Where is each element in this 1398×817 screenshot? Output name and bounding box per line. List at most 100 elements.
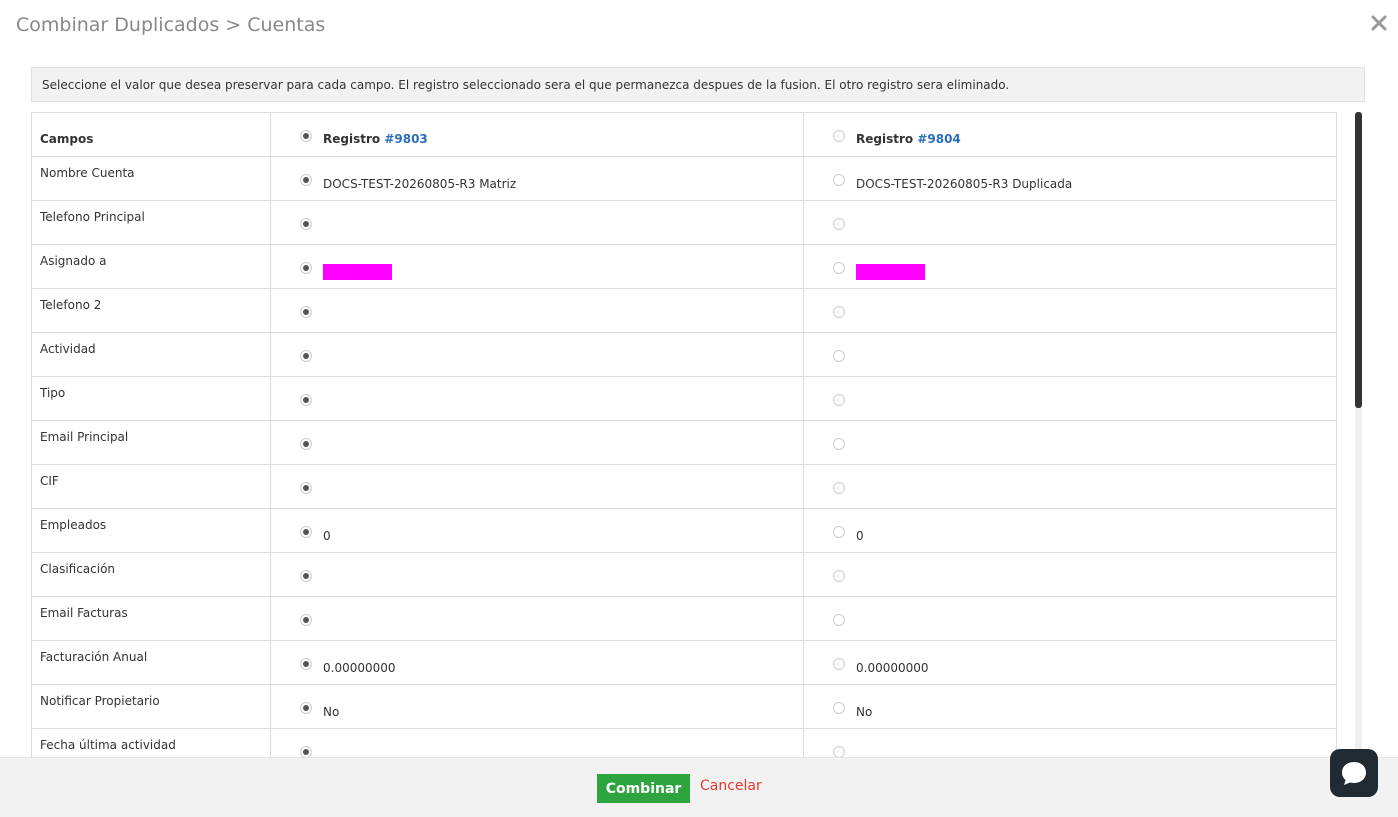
record-a-value-cell: 0 <box>270 508 804 553</box>
record-a-value: DOCS-TEST-20260805-R3 Matriz <box>323 177 517 191</box>
fields-header: Campos <box>31 112 271 157</box>
record-b-header: Registro #9804 <box>803 112 1337 157</box>
record-a-label: Registro <box>323 132 381 146</box>
field-cell: Actividad <box>31 332 271 377</box>
record-a-value-radio[interactable] <box>300 746 312 757</box>
record-b-value-cell <box>803 200 1337 245</box>
merge-table-container[interactable]: Campos Registro #9803 Registro #9804 Nom… <box>31 112 1337 757</box>
field-cell: Fecha última actividad <box>31 728 271 757</box>
record-b-value-radio[interactable] <box>833 174 845 186</box>
record-b-value-cell <box>803 464 1337 509</box>
record-b-value-radio[interactable] <box>833 702 845 714</box>
record-b-value-radio[interactable] <box>833 526 845 538</box>
record-b-title: Registro #9804 <box>856 132 961 146</box>
record-a-value-radio[interactable] <box>300 526 312 538</box>
merge-instructions: Seleccione el valor que desea preservar … <box>31 67 1365 102</box>
record-b-label: Registro <box>856 132 914 146</box>
record-b-value-cell <box>803 376 1337 421</box>
record-a-value-radio[interactable] <box>300 174 312 186</box>
record-b-value-radio[interactable] <box>833 746 845 757</box>
cancel-link[interactable]: Cancelar <box>700 778 762 794</box>
close-icon[interactable] <box>1370 14 1388 32</box>
merge-button[interactable]: Combinar <box>597 774 690 803</box>
record-b-value-cell <box>803 596 1337 641</box>
record-a-value-cell <box>270 728 804 757</box>
record-a-value-radio[interactable] <box>300 658 312 670</box>
select-record-b-radio[interactable] <box>833 130 845 142</box>
record-a-value-radio[interactable] <box>300 570 312 582</box>
record-a-value-radio[interactable] <box>300 394 312 406</box>
record-a-value-cell <box>270 288 804 333</box>
record-a-value-radio[interactable] <box>300 262 312 274</box>
field-label: Nombre Cuenta <box>40 166 135 180</box>
field-label: Email Principal <box>40 430 129 444</box>
record-b-value-radio[interactable] <box>833 658 845 670</box>
record-b-value-cell: 0 <box>803 508 1337 553</box>
field-label: Telefono 2 <box>40 298 102 312</box>
record-a-value-cell <box>270 332 804 377</box>
record-a-link[interactable]: #9803 <box>384 132 427 146</box>
table-row: Telefono Principal <box>31 200 1337 245</box>
record-a-value-radio[interactable] <box>300 350 312 362</box>
select-record-a-radio[interactable] <box>300 130 312 142</box>
table-row: Email Principal <box>31 420 1337 465</box>
field-cell: Notificar Propietario <box>31 684 271 729</box>
field-cell: Nombre Cuenta <box>31 156 271 201</box>
table-row: Telefono 2 <box>31 288 1337 333</box>
record-b-value-radio[interactable] <box>833 482 845 494</box>
field-label: Notificar Propietario <box>40 694 160 708</box>
record-a-value-radio[interactable] <box>300 306 312 318</box>
record-b-value: DOCS-TEST-20260805-R3 Duplicada <box>856 177 1073 191</box>
record-a-value: 0.00000000 <box>323 661 396 675</box>
field-cell: Asignado a <box>31 244 271 289</box>
table-row: Fecha última actividad <box>31 728 1337 757</box>
chat-widget-button[interactable] <box>1330 749 1378 797</box>
record-b-value-radio[interactable] <box>833 570 845 582</box>
record-a-value-cell <box>270 200 804 245</box>
record-b-value-cell <box>803 552 1337 597</box>
record-a-value-radio[interactable] <box>300 614 312 626</box>
scrollbar-thumb[interactable] <box>1355 112 1362 408</box>
table-row: Facturación Anual 0.00000000 0.00000000 <box>31 640 1337 685</box>
table-row: Tipo <box>31 376 1337 421</box>
record-b-value-cell <box>803 332 1337 377</box>
table-row: Clasificación <box>31 552 1337 597</box>
record-b-value: 0 <box>856 529 864 543</box>
field-cell: Facturación Anual <box>31 640 271 685</box>
record-a-title: Registro #9803 <box>323 132 428 146</box>
record-b-value-radio[interactable] <box>833 350 845 362</box>
record-a-value-cell: 0.00000000 <box>270 640 804 685</box>
field-cell: Clasificación <box>31 552 271 597</box>
table-row: Notificar Propietario No No <box>31 684 1337 729</box>
record-a-value-radio[interactable] <box>300 438 312 450</box>
record-b-value: 0.00000000 <box>856 661 929 675</box>
modal-title: Combinar Duplicados > Cuentas <box>16 14 326 36</box>
record-b-value: No <box>856 705 873 719</box>
record-b-value-radio[interactable] <box>833 614 845 626</box>
record-a-value-cell <box>270 464 804 509</box>
field-cell: Tipo <box>31 376 271 421</box>
chat-icon <box>1342 762 1366 785</box>
merge-duplicates-modal: Combinar Duplicados > Cuentas Seleccione… <box>0 0 1398 817</box>
record-a-value-radio[interactable] <box>300 218 312 230</box>
table-row: Asignado a <box>31 244 1337 289</box>
record-a-value-radio[interactable] <box>300 482 312 494</box>
record-a-value-cell: DOCS-TEST-20260805-R3 Matriz <box>270 156 804 201</box>
record-a-value-cell <box>270 244 804 289</box>
record-b-value-radio[interactable] <box>833 438 845 450</box>
record-b-value-cell <box>803 420 1337 465</box>
field-cell: Empleados <box>31 508 271 553</box>
field-cell: Email Facturas <box>31 596 271 641</box>
modal-header: Combinar Duplicados > Cuentas <box>0 0 1398 52</box>
record-b-value-cell: DOCS-TEST-20260805-R3 Duplicada <box>803 156 1337 201</box>
record-b-value-radio[interactable] <box>833 262 845 274</box>
record-a-value: No <box>323 705 340 719</box>
table-row: Email Facturas <box>31 596 1337 641</box>
record-b-value-radio[interactable] <box>833 306 845 318</box>
record-b-value-cell: 0.00000000 <box>803 640 1337 685</box>
record-b-value-radio[interactable] <box>833 218 845 230</box>
record-a-value-radio[interactable] <box>300 702 312 714</box>
record-b-link[interactable]: #9804 <box>917 132 960 146</box>
record-b-value-radio[interactable] <box>833 394 845 406</box>
modal-footer: Combinar Cancelar <box>0 757 1398 817</box>
